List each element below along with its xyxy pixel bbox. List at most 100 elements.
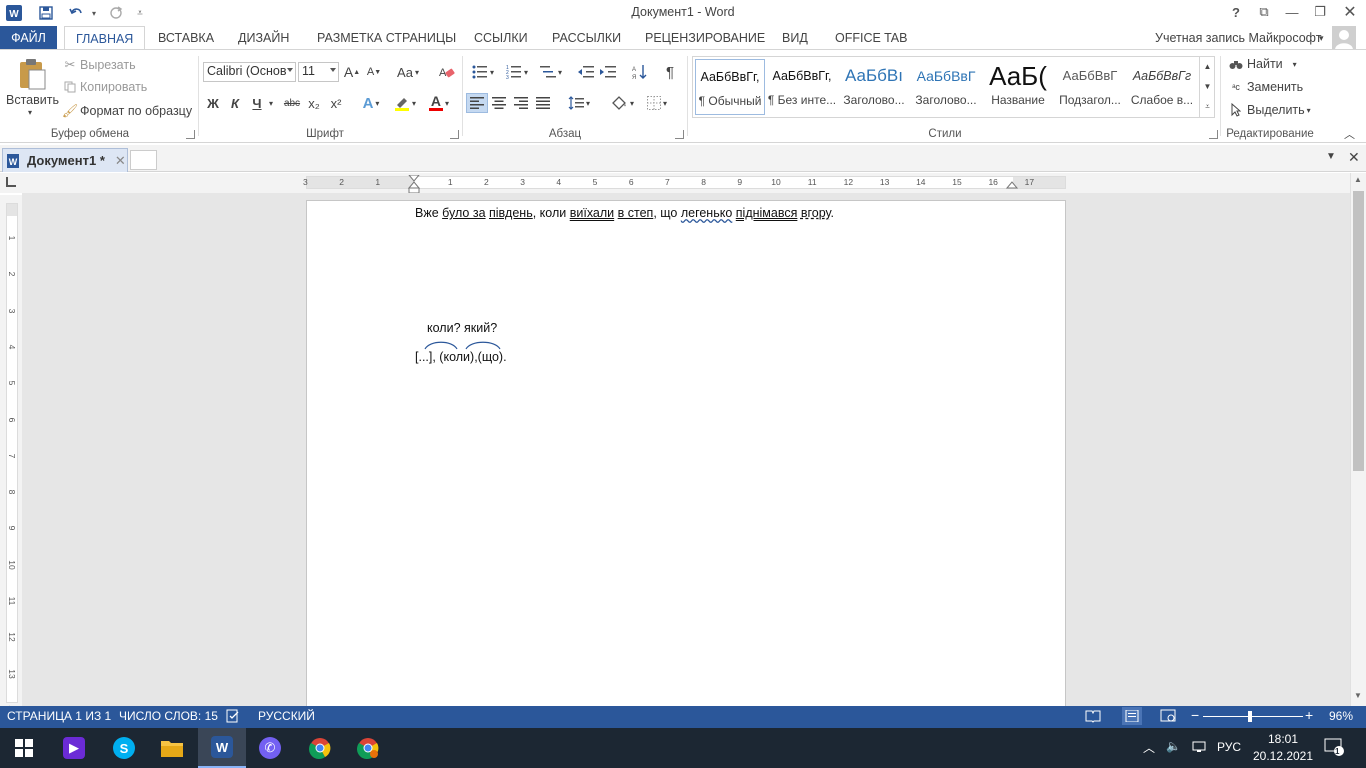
superscript-button[interactable]: x² [326, 93, 346, 113]
avatar[interactable] [1332, 26, 1356, 50]
collapse-ribbon-icon[interactable]: ︿ [1344, 126, 1355, 142]
account-name[interactable]: Учетная запись Майкрософт [1155, 26, 1321, 50]
print-layout-icon[interactable] [1122, 707, 1142, 725]
shrink-font-button[interactable]: A ▼ [365, 62, 383, 82]
windows-start-icon[interactable] [0, 728, 48, 768]
tabs-dropdown-icon[interactable]: ▼ [1326, 151, 1336, 162]
new-tab-button[interactable] [130, 150, 157, 170]
zoom-in-button[interactable]: + [1305, 707, 1313, 723]
zoom-slider[interactable] [1203, 716, 1303, 717]
notifications-icon[interactable] [1324, 738, 1344, 759]
style-heading-1[interactable]: АаБбВı Заголово... [839, 59, 909, 115]
chrome-icon[interactable] [296, 728, 344, 768]
read-mode-icon[interactable] [1085, 709, 1101, 726]
tab-mailings[interactable]: РАССЫЛКИ [552, 26, 621, 50]
skype-icon[interactable]: S [100, 728, 148, 768]
indent-marker[interactable] [408, 175, 420, 195]
font-name-combo[interactable]: Calibri (Основ [203, 62, 296, 82]
format-painter-button[interactable]: 🖌 Формат по образцу [62, 103, 192, 119]
help-button[interactable]: ? [1222, 0, 1250, 24]
clock-time[interactable]: 18:01 [1262, 732, 1304, 746]
multilevel-list-button[interactable]: ▾ [536, 62, 566, 82]
video-app-icon[interactable]: ▶ [50, 728, 98, 768]
horizontal-ruler[interactable]: 3 2 1 1 2 3 4 5 6 7 8 9 10 11 12 13 14 15 16 17 [303, 175, 1066, 194]
justify-icon[interactable] [533, 93, 553, 113]
volume-icon[interactable]: 🔈 [1166, 739, 1181, 753]
text-effects-button[interactable]: A ▾ [357, 93, 385, 113]
subscript-button[interactable]: x₂ [304, 93, 324, 113]
scrollbar-thumb[interactable] [1353, 191, 1364, 471]
tab-references[interactable]: ССЫЛКИ [474, 26, 528, 50]
ribbon-display-options-button[interactable]: ⧉ [1250, 0, 1278, 24]
find-dropdown-icon[interactable]: ▾ [1293, 60, 1297, 69]
tab-review[interactable]: РЕЦЕНЗИРОВАНИЕ [645, 26, 765, 50]
paste-button[interactable]: Вставить ▾ [6, 56, 59, 118]
cut-button[interactable]: ✂ Вырезать [62, 57, 136, 73]
underline-dropdown-icon[interactable]: ▾ [266, 93, 276, 113]
change-case-button[interactable]: Aa ▾ [393, 62, 423, 82]
paste-dropdown-icon[interactable]: ▾ [28, 108, 32, 117]
viber-icon[interactable]: ✆ [246, 728, 294, 768]
font-color-button[interactable]: A ▾ [425, 93, 453, 113]
italic-button[interactable]: К [227, 93, 243, 113]
tab-selector-icon[interactable] [6, 177, 16, 187]
style-title[interactable]: АаБ( Название [983, 59, 1053, 115]
align-center-icon[interactable] [489, 93, 509, 113]
minimize-button[interactable]: — [1278, 0, 1306, 24]
bold-button[interactable]: Ж [205, 93, 221, 113]
styles-gallery[interactable]: АаБбВвГг, ¶ Обычный АаБбВвГг, ¶ Без инте… [692, 56, 1215, 118]
network-icon[interactable] [1192, 740, 1206, 757]
style-normal[interactable]: АаБбВвГг, ¶ Обычный [695, 59, 765, 115]
line-spacing-button[interactable]: ▾ [564, 93, 594, 113]
tab-view[interactable]: ВИД [782, 26, 808, 50]
paragraph-dialog-launcher[interactable] [675, 130, 684, 139]
find-button[interactable]: Найти ▾ [1228, 57, 1297, 71]
align-left-icon[interactable] [466, 93, 488, 113]
scroll-down-icon[interactable]: ▼ [1354, 691, 1362, 700]
document-tab-active[interactable]: W Документ1 * ✕ [2, 148, 128, 172]
highlight-button[interactable]: ▾ [391, 93, 419, 113]
clipboard-dialog-launcher[interactable] [186, 130, 195, 139]
file-explorer-icon[interactable] [148, 728, 196, 768]
word-count[interactable]: ЧИСЛО СЛОВ: 15 [119, 709, 218, 723]
styles-more-icon[interactable]: ⩡ [1200, 97, 1215, 117]
zoom-out-button[interactable]: − [1191, 707, 1199, 723]
increase-indent-icon[interactable] [598, 62, 618, 82]
decrease-indent-icon[interactable] [576, 62, 596, 82]
language-status[interactable]: РУССКИЙ [258, 709, 315, 723]
scheme-line[interactable]: [...], (коли),(що). [415, 350, 507, 364]
vertical-scrollbar[interactable]: ▲ ▼ [1350, 173, 1366, 706]
style-heading-2[interactable]: АаБбВвГ Заголово... [911, 59, 981, 115]
clock-date[interactable]: 20.12.2021 [1252, 749, 1314, 763]
page-count[interactable]: СТРАНИЦА 1 ИЗ 1 [7, 709, 111, 723]
keyboard-language[interactable]: РУС [1217, 740, 1241, 754]
tab-design[interactable]: ДИЗАЙН [238, 26, 289, 50]
tab-layout[interactable]: РАЗМЕТКА СТРАНИЦЫ [317, 26, 456, 50]
vertical-ruler[interactable]: 1234567891011121314 [0, 195, 22, 715]
tray-chevron-icon[interactable]: ︿ [1143, 739, 1155, 756]
maximize-button[interactable]: ❐ [1306, 0, 1334, 24]
show-formatting-marks-button[interactable]: ¶ [660, 62, 680, 82]
right-indent-marker[interactable] [1006, 179, 1018, 189]
scroll-up-icon[interactable]: ▲ [1354, 175, 1362, 184]
borders-button[interactable]: ▾ [642, 93, 672, 113]
tab-file[interactable]: ФАЙЛ [0, 26, 57, 50]
sentence-line[interactable]: Вже було за південь, коли виїхали в степ… [415, 206, 834, 220]
questions-line[interactable]: коли? який? [427, 321, 497, 335]
zoom-slider-thumb[interactable] [1248, 711, 1252, 722]
copy-button[interactable]: Копировать [62, 80, 147, 94]
grow-font-button[interactable]: A ▲ [343, 62, 361, 82]
style-no-spacing[interactable]: АаБбВвГг, ¶ Без инте... [767, 59, 837, 115]
replace-button[interactable]: ᵃc Заменить [1228, 80, 1303, 94]
close-tab-icon[interactable]: ✕ [115, 153, 126, 169]
strikethrough-button[interactable]: abc [281, 93, 303, 113]
styles-dialog-launcher[interactable] [1209, 130, 1218, 139]
align-right-icon[interactable] [511, 93, 531, 113]
select-button[interactable]: Выделить ▾ [1228, 103, 1311, 117]
tab-home[interactable]: ГЛАВНАЯ [64, 26, 146, 50]
tab-office-tab[interactable]: OFFICE TAB [835, 26, 907, 50]
account-dropdown-icon[interactable]: ▾ [1319, 26, 1324, 50]
chevron-down-icon[interactable]: ▼ [1200, 77, 1215, 97]
style-subtitle[interactable]: АаБбВвГ Подзагол... [1055, 59, 1125, 115]
zoom-level[interactable]: 96% [1329, 709, 1353, 723]
